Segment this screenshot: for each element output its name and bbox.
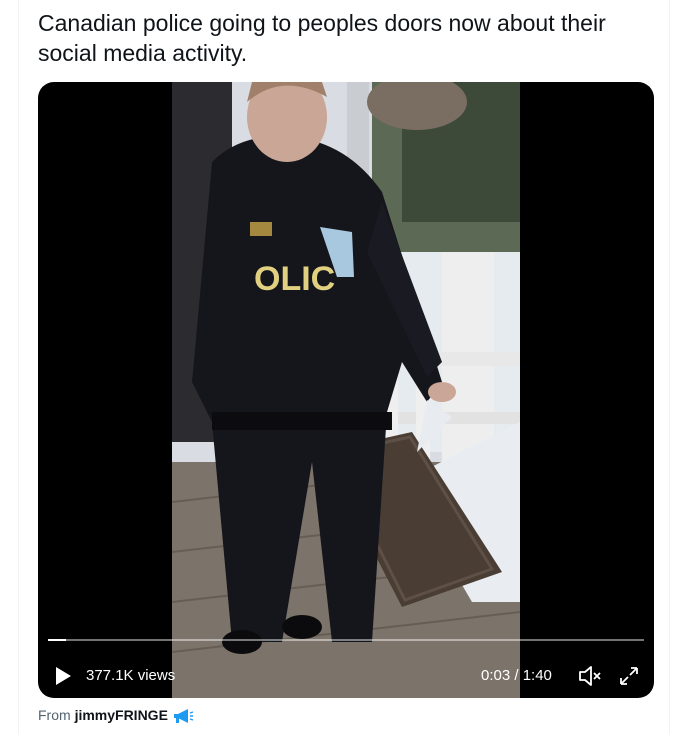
attribution-user-link[interactable]: jimmyFRINGE <box>75 707 168 723</box>
video-controls: 377.1K views 0:03 / 1:40 <box>38 652 654 696</box>
progress-bar[interactable] <box>48 639 644 641</box>
video-time: 0:03 / 1:40 <box>481 667 552 684</box>
view-count: 377.1K views <box>86 667 176 684</box>
fullscreen-icon[interactable] <box>617 664 641 688</box>
attribution-prefix: From <box>38 707 75 723</box>
police-vest-text: OLIC <box>254 260 335 298</box>
tweet-text: Canadian police going to peoples doors n… <box>38 10 606 66</box>
video-frame: OLIC <box>172 82 520 698</box>
video-player[interactable]: OLIC 377.1K views 0:03 / 1:40 <box>38 82 654 698</box>
video-attribution: From jimmyFRINGE <box>38 705 194 725</box>
megaphone-icon <box>173 709 194 724</box>
play-icon[interactable] <box>54 667 72 685</box>
progress-fill <box>48 639 66 641</box>
muted-speaker-icon[interactable] <box>578 665 602 687</box>
video-still: OLIC <box>172 82 520 698</box>
